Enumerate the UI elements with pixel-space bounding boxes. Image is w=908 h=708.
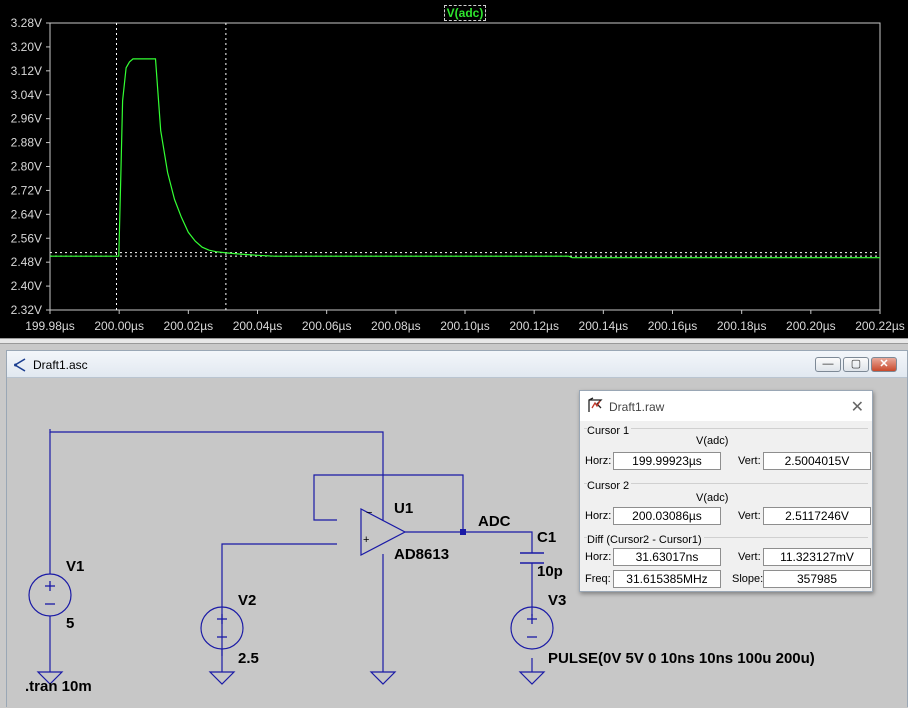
- y-tick-label: 2.40V: [11, 279, 42, 293]
- x-tick-label: 200.14µs: [579, 319, 629, 333]
- minimize-button[interactable]: —: [815, 357, 841, 372]
- ground-v3: [518, 671, 546, 685]
- cursor2-vert-field[interactable]: 2.5117246V: [763, 507, 871, 525]
- cursor1-heading: Cursor 1: [587, 425, 632, 437]
- x-tick-label: 199.98µs: [25, 319, 75, 333]
- cursor2-horz-field[interactable]: 200.03086µs: [613, 507, 721, 525]
- cursor2-signal: V(adc): [696, 492, 729, 504]
- x-tick-label: 200.10µs: [440, 319, 490, 333]
- y-tick-label: 2.56V: [11, 231, 42, 245]
- cursor-readout-dialog: Draft1.raw ✕ Cursor 1 V(adc) Horz: 199.9…: [579, 390, 873, 592]
- pane-splitter[interactable]: [0, 338, 908, 344]
- ground-u1: [369, 671, 397, 685]
- spice-directive-tran[interactable]: .tran 10m: [25, 678, 92, 695]
- x-tick-label: 200.22µs: [855, 319, 905, 333]
- v3-name-label[interactable]: V3: [548, 592, 566, 609]
- close-button[interactable]: ✕: [871, 357, 897, 372]
- cursor1-signal: V(adc): [696, 435, 729, 447]
- waveform-file-icon: [588, 397, 603, 412]
- trace-v-adc: [50, 58, 880, 259]
- plot-frame: [49, 22, 881, 311]
- y-tick-label: 2.88V: [11, 136, 42, 150]
- c1-value-label[interactable]: 10p: [537, 563, 563, 580]
- cursor1-vert-label: Vert:: [738, 455, 761, 467]
- x-tick-label: 200.12µs: [509, 319, 559, 333]
- y-tick-label: 2.72V: [11, 183, 42, 197]
- opamp-plus-pin: +: [363, 534, 370, 546]
- cursor1-vert-field[interactable]: 2.5004015V: [763, 452, 871, 470]
- diff-group: Diff (Cursor2 - Cursor1) Horz: 31.63017n…: [584, 534, 871, 590]
- v3-value-label[interactable]: PULSE(0V 5V 0 10ns 10ns 100u 200u): [548, 650, 815, 667]
- x-tick-label: 200.18µs: [717, 319, 767, 333]
- diff-vert-field[interactable]: 11.323127mV: [763, 548, 871, 566]
- x-tick-label: 200.02µs: [164, 319, 214, 333]
- waveform-plot[interactable]: 3.28V 3.20V 3.12V 3.04V 2.96V 2.88V 2.80V 2.72V…: [0, 0, 908, 338]
- diff-freq-field[interactable]: 31.615385MHz: [613, 570, 721, 588]
- cursor2-vert-label: Vert:: [738, 510, 761, 522]
- cursor2-group: Cursor 2 V(adc) Horz: 200.03086µs Vert: …: [584, 480, 871, 534]
- y-tick-label: 2.48V: [11, 255, 42, 269]
- y-tick-label: 3.28V: [11, 16, 42, 30]
- net-label-adc[interactable]: ADC: [478, 513, 511, 530]
- y-tick-label: 3.20V: [11, 40, 42, 54]
- cursor1-group: Cursor 1 V(adc) Horz: 199.99923µs Vert: …: [584, 425, 871, 479]
- v2-name-label[interactable]: V2: [238, 592, 256, 609]
- ltspice-schematic-icon: [14, 358, 26, 372]
- close-icon[interactable]: ✕: [851, 397, 864, 417]
- opamp-minus-pin: −: [366, 507, 373, 519]
- cursor2-heading: Cursor 2: [587, 480, 632, 492]
- cursor1-horz-field[interactable]: 199.99923µs: [613, 452, 721, 470]
- u1-part-label[interactable]: AD8613: [394, 546, 449, 563]
- voltage-source-v1: [28, 573, 72, 617]
- y-tick-label: 3.04V: [11, 88, 42, 102]
- diff-horz-field[interactable]: 31.63017ns: [613, 548, 721, 566]
- diff-vert-label: Vert:: [738, 551, 761, 563]
- window-title: Draft1.asc: [33, 358, 88, 372]
- x-tick-label: 200.00µs: [94, 319, 144, 333]
- maximize-button[interactable]: ▢: [843, 357, 869, 372]
- cursor-dialog-titlebar[interactable]: Draft1.raw ✕: [580, 391, 872, 421]
- diff-slope-label: Slope:: [732, 573, 764, 585]
- cursor1-horz-label: Horz:: [585, 455, 612, 467]
- c1-name-label[interactable]: C1: [537, 529, 556, 546]
- ground-v2: [208, 671, 236, 685]
- u1-name-label[interactable]: U1: [394, 500, 413, 517]
- x-tick-label: 200.06µs: [302, 319, 352, 333]
- diff-heading: Diff (Cursor2 - Cursor1): [587, 534, 704, 546]
- trace-label-v-adc[interactable]: V(adc): [444, 5, 486, 21]
- y-tick-label: 3.12V: [11, 64, 42, 78]
- waveform-plot-pane[interactable]: 3.28V 3.20V 3.12V 3.04V 2.96V 2.88V 2.80V 2.72V…: [0, 0, 908, 338]
- v2-value-label[interactable]: 2.5: [238, 650, 259, 667]
- v1-value-label[interactable]: 5: [66, 615, 74, 632]
- net-junction-adc: [460, 529, 466, 535]
- cursor2-horz-label: Horz:: [585, 510, 612, 522]
- diff-freq-label: Freq:: [585, 573, 611, 585]
- diff-horz-label: Horz:: [585, 551, 612, 563]
- diff-slope-field[interactable]: 357985: [763, 570, 871, 588]
- x-tick-label: 200.04µs: [233, 319, 283, 333]
- y-tick-label: 2.80V: [11, 160, 42, 174]
- v1-name-label[interactable]: V1: [66, 558, 84, 575]
- x-tick-label: 200.08µs: [371, 319, 421, 333]
- y-tick-label: 2.32V: [11, 303, 42, 317]
- window-titlebar[interactable]: Draft1.asc — ▢ ✕: [7, 351, 907, 378]
- y-tick-label: 2.64V: [11, 207, 42, 221]
- x-tick-label: 200.20µs: [786, 319, 836, 333]
- cursor-dialog-title: Draft1.raw: [609, 400, 665, 414]
- x-tick-label: 200.16µs: [648, 319, 698, 333]
- y-tick-label: 2.96V: [11, 112, 42, 126]
